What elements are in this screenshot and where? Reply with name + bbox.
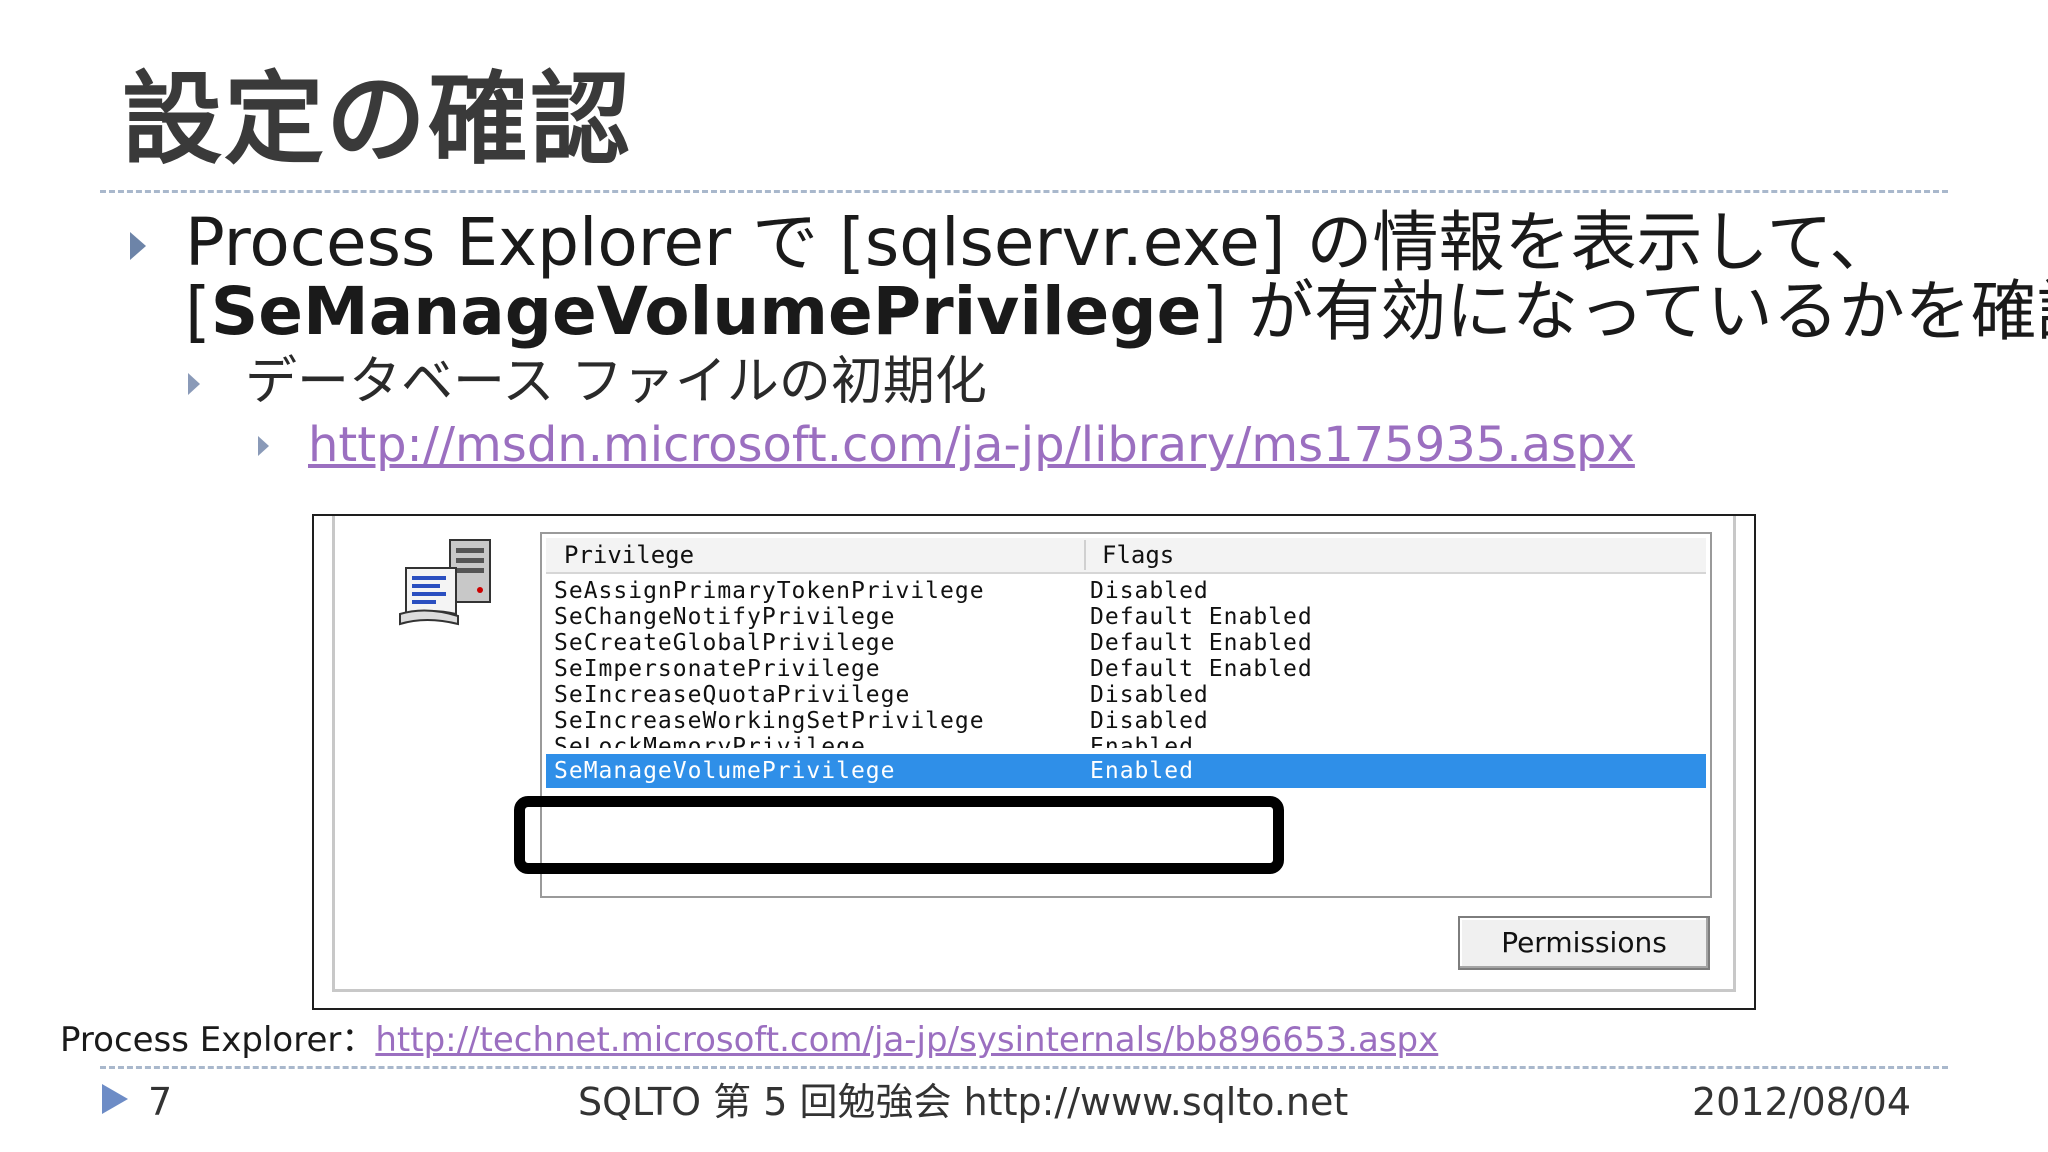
privilege-cell: SeManageVolumePrivilege [554,758,896,784]
bullet-text-line-2: [SeManageVolumePrivilege] が有効になっているかを確認 [185,274,2048,350]
source-label: Process Explorer： [60,1020,376,1060]
page-number: 7 [148,1080,173,1124]
title-divider [100,190,1948,193]
sub-sub-bullet-triangle-icon [258,436,269,456]
bullet-text-line-1: Process Explorer で [sqlservr.exe] の情報を表示… [185,204,1896,281]
list-item[interactable]: SeLockMemoryPrivilege Enabled [546,730,1706,748]
bracket-open: [ [185,273,211,350]
slide-title: 設定の確認 [122,61,632,178]
footer-date: 2012/08/04 [1692,1080,1912,1124]
footer-triangle-icon [102,1084,128,1114]
privilege-name-bold: SeManageVolumePrivilege [210,273,1202,350]
bullet-line-2-rest: ] が有効になっているかを確認 [1201,273,2048,350]
msdn-link[interactable]: http://msdn.microsoft.com/ja-jp/library/… [308,414,1635,476]
source-note: Process Explorer：http://technet.microsof… [60,1018,1438,1062]
process-explorer-screenshot: Privilege Flags SeAssignPrimaryTokenPriv… [312,514,1756,1010]
highlight-annotation-box [514,796,1284,874]
process-icon [399,539,491,626]
technet-link[interactable]: http://technet.microsoft.com/ja-jp/sysin… [375,1020,1438,1060]
list-header: Privilege Flags [546,538,1706,574]
privilege-cell: SeLockMemoryPrivilege [554,734,866,748]
sub-bullet-text: データベース ファイルの初期化 [245,352,987,412]
footer-event-text: SQLTO 第 5 回勉強会 http://www.sqlto.net [578,1080,1349,1124]
column-header-privilege[interactable]: Privilege [564,538,694,572]
flags-cell: Enabled [1090,734,1194,748]
sub-bullet-triangle-icon [188,373,200,395]
flags-cell: Enabled [1090,758,1194,784]
bullet-triangle-icon [130,232,146,260]
column-header-flags[interactable]: Flags [1102,538,1174,572]
permissions-button[interactable]: Permissions [1458,916,1710,970]
list-item-selected[interactable]: SeManageVolumePrivilege Enabled [546,754,1706,788]
footer-divider [100,1066,1948,1069]
column-separator[interactable] [1084,540,1086,570]
